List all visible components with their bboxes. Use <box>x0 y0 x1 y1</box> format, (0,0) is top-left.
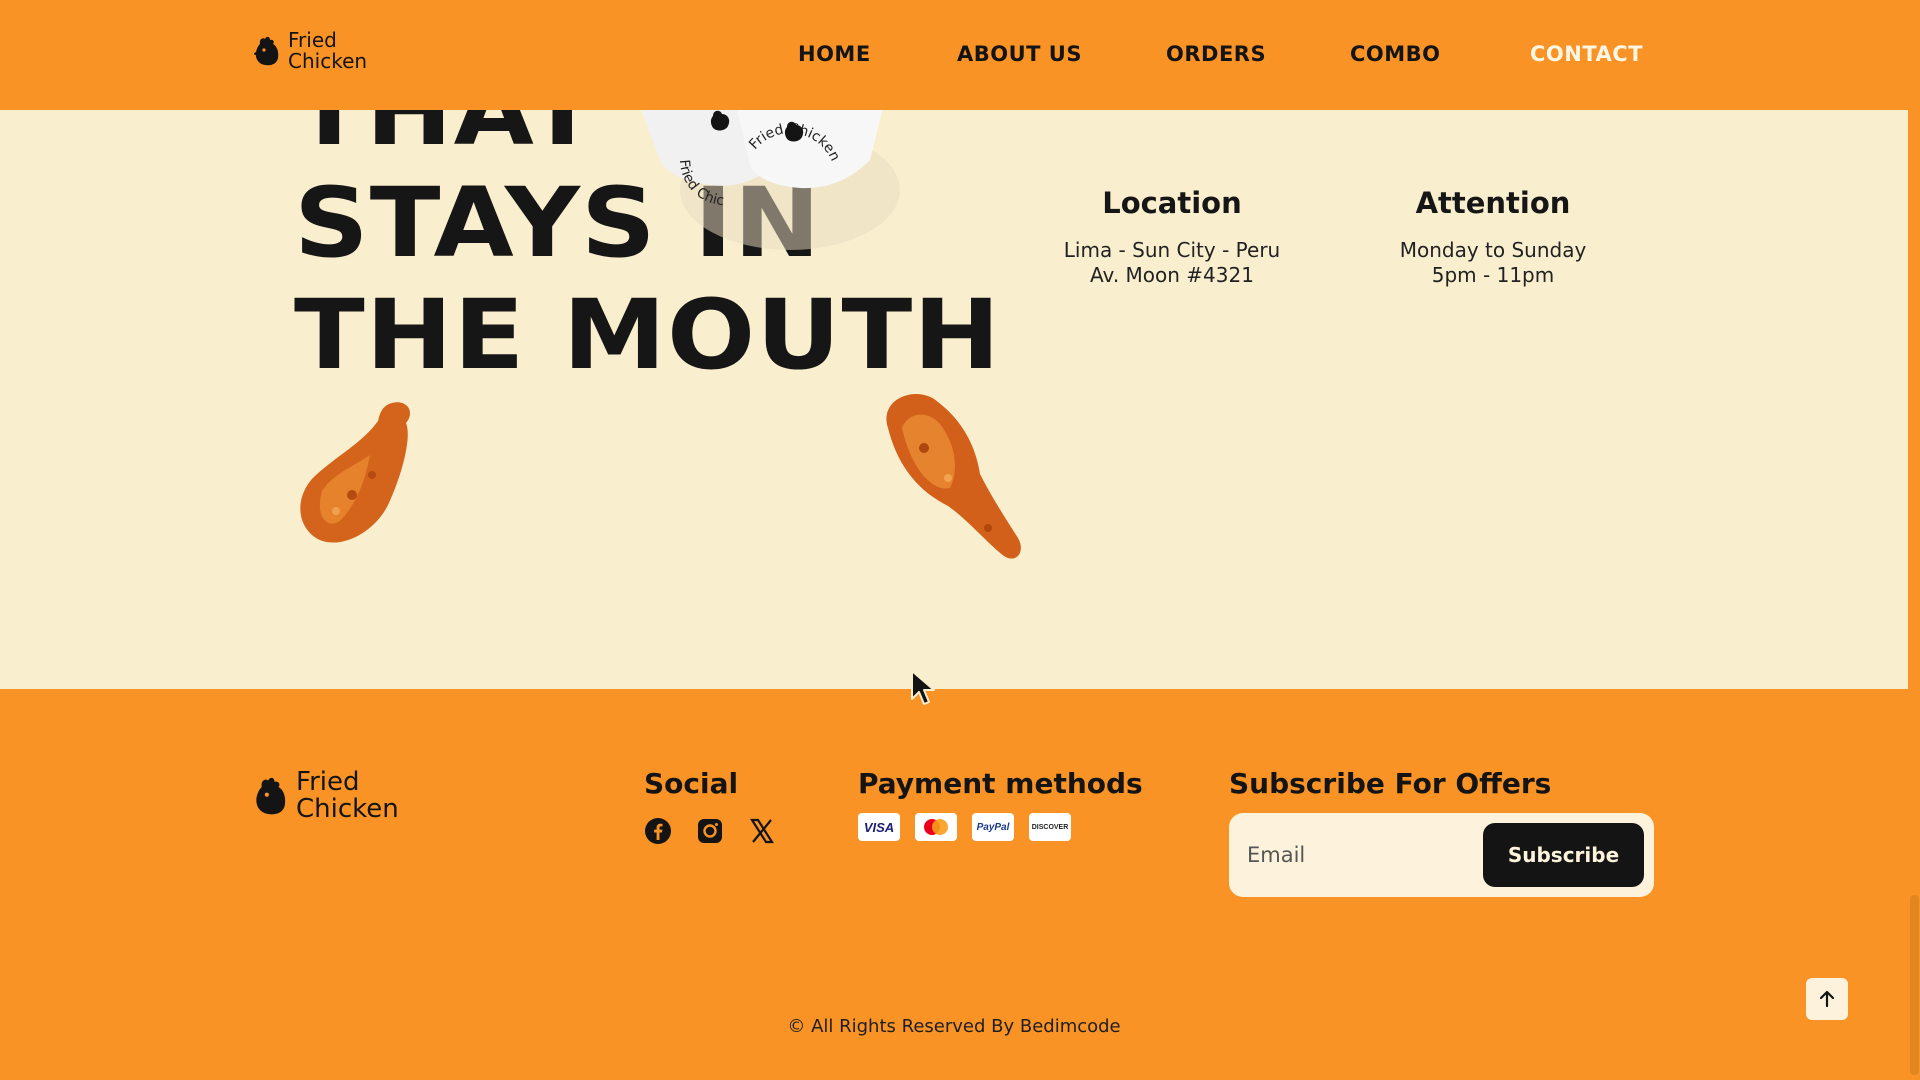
page-scrollbar[interactable] <box>1908 0 1920 1080</box>
location-line-1: Lima - Sun City - Peru <box>1063 238 1281 262</box>
fried-drumstick-image-left <box>300 402 411 543</box>
main-nav: HOME ABOUT US ORDERS COMBO CONTACT <box>0 42 1908 72</box>
instagram-icon[interactable] <box>696 817 724 845</box>
attention-line-2: 5pm - 11pm <box>1431 263 1555 287</box>
payment-cards: VISA PayPal DISCOVER <box>858 813 1071 841</box>
paypal-card-icon: PayPal <box>972 813 1014 841</box>
payment-title: Payment methods <box>858 767 1143 800</box>
social-links <box>644 817 776 845</box>
location-block: Location Lima - Sun City - Peru Av. Moon… <box>1012 186 1332 288</box>
contact-section: THAT STAYS IN THE MOUTH Fried Chicken Fr… <box>0 110 1908 689</box>
subscribe-form: Subscribe <box>1229 813 1654 897</box>
discover-card-icon: DISCOVER <box>1029 813 1071 841</box>
location-line-2: Av. Moon #4321 <box>1090 263 1254 287</box>
back-to-top-button[interactable] <box>1806 978 1848 1020</box>
footer-logo[interactable]: Fried Chicken <box>254 767 399 825</box>
arrow-up-icon <box>1819 990 1835 1008</box>
scrollbar-thumb[interactable] <box>1910 895 1919 1075</box>
social-title: Social <box>644 767 739 800</box>
location-title: Location <box>1102 186 1242 220</box>
facebook-icon[interactable] <box>644 817 672 845</box>
attention-line-1: Monday to Sunday <box>1399 238 1587 262</box>
visa-card-icon: VISA <box>858 813 900 841</box>
nav-contact[interactable]: CONTACT <box>1530 42 1643 66</box>
subscribe-title: Subscribe For Offers <box>1229 767 1552 800</box>
mastercard-icon <box>915 813 957 841</box>
fried-drumstick-image-right <box>886 394 1021 559</box>
subscribe-button[interactable]: Subscribe <box>1483 823 1644 887</box>
copyright-text: © All Rights Reserved By Bedimcode <box>787 1016 1121 1037</box>
site-footer: Fried Chicken Social Payment methods VIS… <box>0 689 1908 1080</box>
mouse-cursor-icon <box>911 670 935 705</box>
attention-block: Attention Monday to Sunday 5pm - 11pm <box>1333 186 1653 288</box>
chicken-cups-image: Fried Chicken Fried Chicken <box>610 110 900 250</box>
nav-orders[interactable]: ORDERS <box>1166 42 1266 66</box>
x-icon[interactable] <box>748 817 776 845</box>
chicken-head-icon <box>254 776 290 816</box>
nav-combo[interactable]: COMBO <box>1350 42 1441 66</box>
footer-logo-line-1: Fried <box>296 767 360 797</box>
attention-title: Attention <box>1415 186 1571 220</box>
nav-home[interactable]: HOME <box>798 42 871 66</box>
footer-logo-line-2: Chicken <box>296 794 399 825</box>
email-input[interactable] <box>1247 831 1467 879</box>
site-header: Fried Chicken HOME ABOUT US ORDERS COMBO… <box>0 0 1908 110</box>
headline-line-3: THE MOUTH <box>294 279 1002 391</box>
nav-about-us[interactable]: ABOUT US <box>957 42 1082 66</box>
